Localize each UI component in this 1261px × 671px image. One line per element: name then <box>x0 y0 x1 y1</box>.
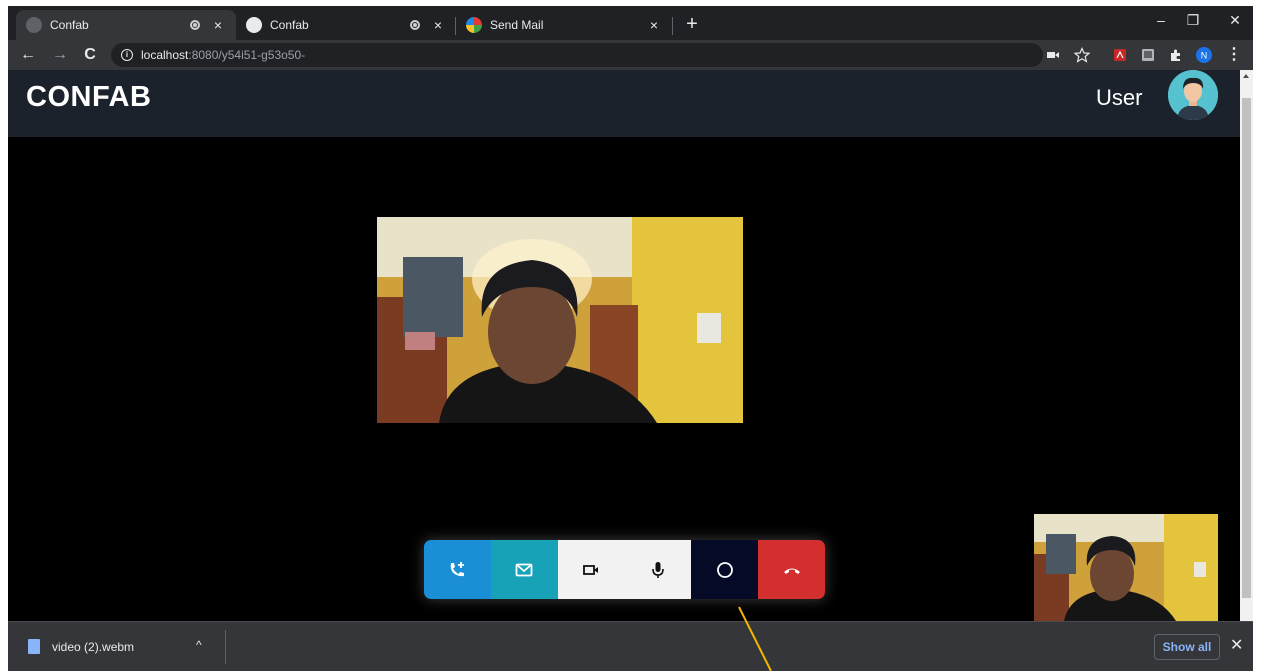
call-controls <box>424 540 825 599</box>
tab-separator <box>672 17 673 35</box>
url-path: :8080/y54i51-g53o50- <box>188 48 306 62</box>
download-shelf: video (2).webm ^ Show all ✕ <box>8 621 1253 671</box>
recording-icon <box>410 20 420 30</box>
screenshot-extension-icon[interactable] <box>1140 47 1156 63</box>
download-file-name[interactable]: video (2).webm <box>52 640 134 654</box>
app-logo-text[interactable]: CONFAB <box>26 81 151 114</box>
video-frame <box>377 217 743 423</box>
user-label: User <box>1096 85 1143 110</box>
restore-button[interactable]: ❐ <box>1170 6 1216 34</box>
app-favicon-icon <box>466 17 482 33</box>
add-call-button[interactable] <box>424 540 491 599</box>
file-icon <box>28 639 40 654</box>
url-host: localhost <box>141 48 189 62</box>
tab-confab-2[interactable]: Confab × <box>236 10 456 40</box>
video-frame <box>1034 514 1218 621</box>
mail-icon <box>515 563 533 576</box>
tab-confab-1[interactable]: Confab × <box>16 10 236 40</box>
extensions-puzzle-icon[interactable] <box>1168 47 1184 63</box>
window-close-button[interactable]: ✕ <box>1212 6 1258 34</box>
forward-button[interactable]: → <box>48 43 72 67</box>
globe-icon <box>246 17 262 33</box>
mic-button[interactable] <box>624 540 692 599</box>
avatar-illustration-icon <box>1168 70 1218 120</box>
phone-hangup-icon <box>783 568 800 574</box>
page-scrollbar[interactable] <box>1240 70 1253 621</box>
mail-button[interactable] <box>490 540 558 599</box>
close-download-shelf-button[interactable]: ✕ <box>1230 635 1243 655</box>
camera-in-use-icon[interactable] <box>1045 47 1061 63</box>
tab-strip: Confab × Confab × Send Mail × + – ❐ ✕ <box>8 6 1253 40</box>
browser-window: Confab × Confab × Send Mail × + – ❐ ✕ ← … <box>8 6 1253 671</box>
phone-add-icon <box>451 561 465 576</box>
record-button[interactable] <box>691 540 759 599</box>
app-header: CONFAB User <box>8 70 1240 137</box>
tab-title: Confab <box>270 18 309 32</box>
address-bar[interactable]: i localhost :8080/y54i51-g53o50- <box>111 43 1043 67</box>
browser-menu-button[interactable]: ⋮ <box>1222 43 1246 67</box>
scrollbar-thumb[interactable] <box>1242 98 1251 598</box>
download-options-button[interactable]: ^ <box>196 638 202 652</box>
scroll-up-arrow-icon[interactable] <box>1243 74 1249 78</box>
site-info-icon[interactable]: i <box>121 49 133 61</box>
local-video-preview <box>1034 514 1218 621</box>
tab-title: Confab <box>50 18 89 32</box>
tab-close-button[interactable]: × <box>210 17 226 33</box>
show-all-downloads-button[interactable]: Show all <box>1154 634 1220 660</box>
globe-icon <box>26 17 42 33</box>
tab-close-button[interactable]: × <box>430 17 446 33</box>
tab-title: Send Mail <box>490 18 544 32</box>
circle-icon <box>716 561 733 578</box>
tab-close-button[interactable]: × <box>646 17 662 33</box>
browser-toolbar: ← → C i localhost :8080/y54i51-g53o50- N… <box>8 40 1253 70</box>
download-separator <box>225 630 226 664</box>
recording-icon <box>190 20 200 30</box>
pdf-extension-icon[interactable] <box>1112 47 1128 63</box>
profile-avatar-icon[interactable]: N <box>1196 47 1212 63</box>
remote-video <box>377 217 743 423</box>
screenshot-frame: Confab × Confab × Send Mail × + – ❐ ✕ ← … <box>0 0 1261 671</box>
tab-send-mail[interactable]: Send Mail × <box>456 10 672 40</box>
microphone-icon <box>652 561 664 578</box>
video-camera-icon <box>583 564 599 575</box>
camera-button[interactable] <box>557 540 625 599</box>
back-button[interactable]: ← <box>16 43 40 67</box>
profile-initial: N <box>1201 51 1208 61</box>
reload-button[interactable]: C <box>78 43 102 67</box>
page-content: CONFAB User <box>8 70 1240 621</box>
new-tab-button[interactable]: + <box>680 12 704 36</box>
hangup-button[interactable] <box>758 540 825 599</box>
bookmark-star-icon[interactable] <box>1074 47 1090 63</box>
user-avatar[interactable] <box>1168 70 1218 120</box>
